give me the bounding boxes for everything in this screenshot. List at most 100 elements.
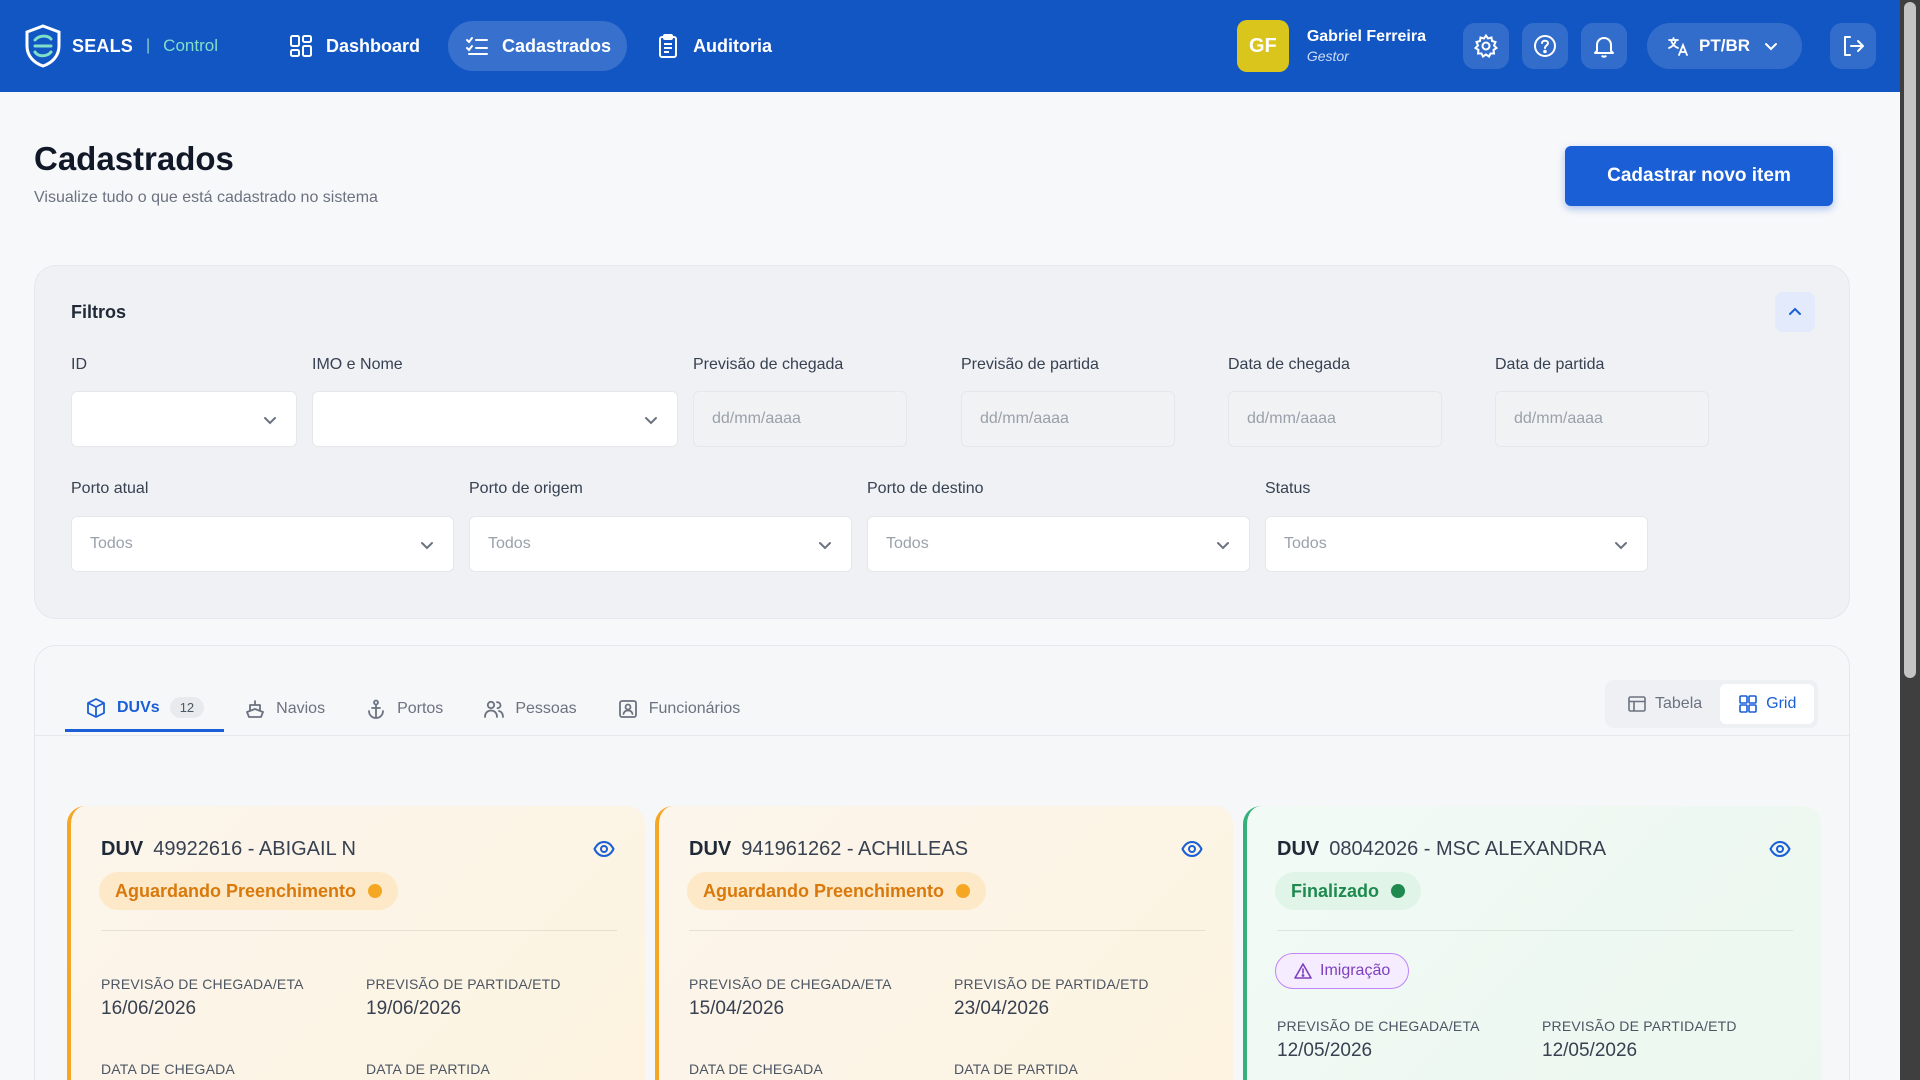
card-divider bbox=[689, 930, 1205, 931]
view-toggle: Tabela Grid bbox=[1605, 680, 1819, 728]
main-nav: Dashboard Cadastrados Auditoria bbox=[272, 21, 788, 71]
card-divider bbox=[1277, 930, 1793, 931]
imo-select[interactable] bbox=[312, 391, 678, 447]
dest-port-value: Todos bbox=[886, 535, 929, 552]
nav-auditoria[interactable]: Auditoria bbox=[639, 21, 788, 71]
dest-port-select[interactable]: Todos bbox=[867, 516, 1250, 572]
tab-duvs-count: 12 bbox=[169, 697, 205, 718]
tab-duvs[interactable]: DUVs 12 bbox=[65, 686, 225, 732]
departure-label: DATA DE PARTIDA bbox=[366, 1061, 491, 1077]
etd-value: 19/06/2026 bbox=[366, 998, 462, 1019]
page-scrollbar[interactable] bbox=[1900, 0, 1920, 1080]
arrival-label: DATA DE CHEGADA bbox=[101, 1061, 235, 1077]
card-title: DUV 49922616 - ABIGAIL N bbox=[101, 838, 356, 861]
notifications-button[interactable] bbox=[1581, 23, 1627, 69]
eye-icon[interactable] bbox=[1181, 838, 1203, 860]
tab-funcionarios-label: Funcionários bbox=[648, 700, 741, 717]
tab-funcionarios[interactable]: Funcionários bbox=[597, 686, 761, 732]
duv-card[interactable]: DUV 08042026 - MSC ALEXANDRA Finalizado I… bbox=[1243, 806, 1821, 1080]
etd-label: Previsão de partida bbox=[961, 356, 1099, 373]
card-divider bbox=[101, 930, 617, 931]
departure-label: DATA DE PARTIDA bbox=[954, 1061, 1079, 1077]
translate-icon bbox=[1668, 37, 1688, 56]
eye-icon[interactable] bbox=[593, 838, 615, 860]
status-label: Status bbox=[1265, 480, 1311, 497]
chevron-down-icon bbox=[645, 417, 657, 425]
tab-portos-label: Portos bbox=[397, 700, 444, 717]
etd-date-input[interactable]: dd/mm/aaaa bbox=[961, 391, 1175, 447]
chevron-down-icon bbox=[421, 542, 433, 550]
current-port-label: Porto atual bbox=[71, 480, 149, 497]
current-port-value: Todos bbox=[90, 535, 133, 552]
user-role: Gestor bbox=[1306, 48, 1349, 64]
ship-icon bbox=[246, 700, 265, 718]
people-icon bbox=[484, 700, 505, 718]
user-info: Gabriel Ferreira Gestor bbox=[1307, 28, 1426, 64]
dashboard-icon bbox=[289, 35, 312, 57]
eta-value: 12/05/2026 bbox=[1277, 1040, 1373, 1061]
etd-value: 23/04/2026 bbox=[954, 998, 1050, 1019]
tab-navios[interactable]: Navios bbox=[224, 686, 345, 732]
card-title: DUV 08042026 - MSC ALEXANDRA bbox=[1277, 838, 1606, 861]
id-select[interactable] bbox=[71, 391, 297, 447]
id-label: ID bbox=[71, 356, 87, 373]
current-port-select[interactable]: Todos bbox=[71, 516, 454, 572]
immigration-tag: Imigração bbox=[1275, 953, 1410, 989]
tab-pessoas[interactable]: Pessoas bbox=[463, 686, 596, 732]
status-text: Aguardando Preenchimento bbox=[115, 880, 357, 901]
brand-logo[interactable]: SEALS | Control bbox=[24, 24, 218, 68]
help-button[interactable] bbox=[1522, 23, 1568, 69]
duv-card[interactable]: DUV 49922616 - ABIGAIL N Aguardando Preen… bbox=[67, 806, 645, 1080]
bell-icon bbox=[1594, 37, 1614, 58]
origin-port-value: Todos bbox=[488, 535, 531, 552]
origin-port-select[interactable]: Todos bbox=[469, 516, 852, 572]
nav-dashboard[interactable]: Dashboard bbox=[272, 21, 436, 71]
record-tabs: DUVs 12 Navios Portos Pessoas Funcionári… bbox=[65, 686, 760, 732]
arrival-label: Data de chegada bbox=[1228, 356, 1350, 373]
warning-icon bbox=[1294, 963, 1312, 979]
eta-label: Previsão de chegada bbox=[693, 356, 844, 373]
view-table-button[interactable]: Tabela bbox=[1609, 684, 1720, 724]
card-ship: 941961262 - ACHILLEAS bbox=[741, 838, 969, 860]
arrival-date-input[interactable]: dd/mm/aaaa bbox=[1228, 391, 1442, 447]
logout-button[interactable] bbox=[1830, 23, 1876, 69]
chevron-down-icon bbox=[1765, 43, 1777, 51]
status-value: Todos bbox=[1284, 535, 1327, 552]
collapse-filters-button[interactable] bbox=[1775, 292, 1815, 332]
card-prefix: DUV bbox=[1277, 838, 1320, 860]
tag-label: Imigração bbox=[1320, 962, 1391, 979]
status-dot bbox=[368, 884, 383, 898]
departure-date-input[interactable]: dd/mm/aaaa bbox=[1495, 391, 1709, 447]
nav-cadastrados[interactable]: Cadastrados bbox=[448, 21, 628, 71]
duv-card[interactable]: DUV 941961262 - ACHILLEAS Aguardando Pree… bbox=[655, 806, 1233, 1080]
status-select[interactable]: Todos bbox=[1265, 516, 1648, 572]
user-name: Gabriel Ferreira bbox=[1306, 28, 1426, 45]
dest-port-label: Porto de destino bbox=[867, 480, 984, 497]
etd-label: PREVISÃO DE PARTIDA/ETD bbox=[1542, 1018, 1737, 1034]
anchor-icon bbox=[368, 699, 384, 719]
help-icon bbox=[1534, 35, 1556, 57]
avatar[interactable]: GF bbox=[1236, 20, 1289, 72]
tab-portos[interactable]: Portos bbox=[345, 686, 463, 732]
eye-icon[interactable] bbox=[1769, 838, 1791, 860]
eta-value: 15/04/2026 bbox=[689, 998, 785, 1019]
brand-product: Control bbox=[163, 36, 218, 55]
scrollbar-thumb[interactable] bbox=[1904, 2, 1916, 678]
table-icon bbox=[1628, 696, 1646, 712]
status-text: Aguardando Preenchimento bbox=[703, 880, 945, 901]
page-title: Cadastrados bbox=[34, 140, 234, 177]
status-badge: Aguardando Preenchimento bbox=[687, 872, 987, 910]
status-badge: Aguardando Preenchimento bbox=[99, 872, 399, 910]
card-prefix: DUV bbox=[101, 838, 144, 860]
eta-date-input[interactable]: dd/mm/aaaa bbox=[693, 391, 907, 447]
page-subtitle: Visualize tudo o que está cadastrado no … bbox=[34, 189, 378, 206]
add-item-button[interactable]: Cadastrar novo item bbox=[1565, 146, 1833, 206]
settings-button[interactable] bbox=[1463, 23, 1509, 69]
top-bar: SEALS | Control Dashboard Cadastrados Au… bbox=[0, 0, 1900, 92]
chevron-down-icon bbox=[1217, 542, 1229, 550]
grid-icon bbox=[1739, 695, 1757, 713]
records-panel: DUVs 12 Navios Portos Pessoas Funcionári… bbox=[34, 645, 1850, 1080]
language-selector[interactable]: PT/BR bbox=[1647, 23, 1802, 69]
view-grid-button[interactable]: Grid bbox=[1720, 684, 1815, 724]
view-table-label: Tabela bbox=[1655, 695, 1703, 712]
